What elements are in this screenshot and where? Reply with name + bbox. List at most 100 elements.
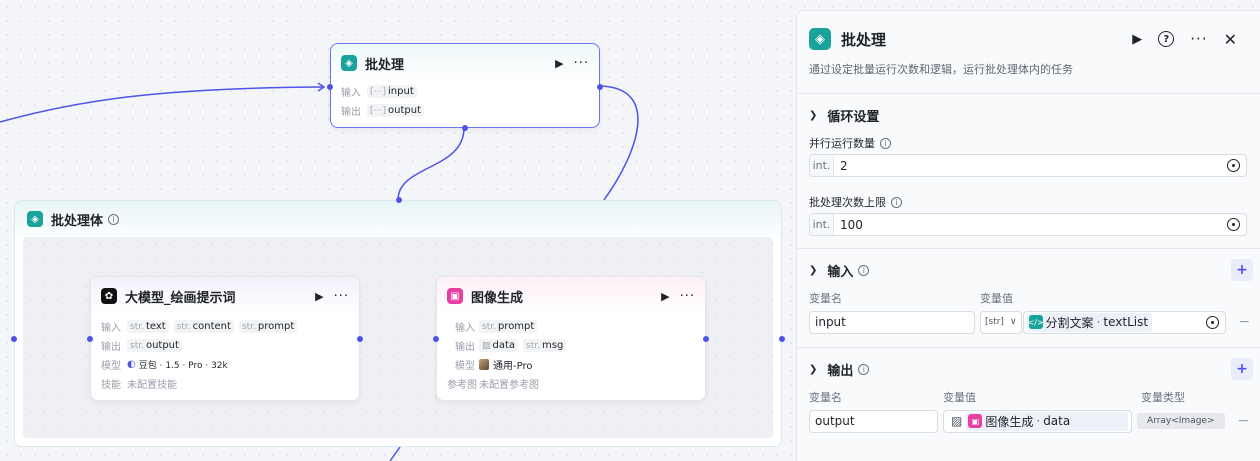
batch-limit-label: 批处理次数上限 bbox=[809, 196, 886, 209]
container-right-port[interactable] bbox=[779, 336, 785, 342]
col-var-value: 变量值 bbox=[943, 391, 976, 404]
variable-ref-icon[interactable] bbox=[1205, 315, 1219, 329]
run-node-button[interactable]: ▶ bbox=[555, 57, 563, 70]
parallel-count-label: 并行运行数量 bbox=[809, 137, 875, 150]
panel-description: 通过设定批量运行次数和逻辑，运行批处理体内的任务 bbox=[809, 63, 1073, 76]
input-port[interactable] bbox=[433, 336, 439, 342]
output-port[interactable] bbox=[357, 336, 363, 342]
input-section-header[interactable]: ❯ 输入 i + bbox=[797, 253, 1260, 287]
image-icon: ▣ bbox=[447, 288, 463, 304]
remove-input-button[interactable]: − bbox=[1239, 314, 1251, 330]
output-value-reference[interactable]: ▨ ▣ 图像生成 · data bbox=[943, 409, 1132, 433]
output-var-name-field[interactable]: output bbox=[809, 409, 938, 433]
image-type-icon: ▨ bbox=[951, 414, 963, 428]
reference-value: 未配置参考图 bbox=[479, 380, 539, 391]
reference-chip[interactable]: ▣ 图像生成 · data bbox=[966, 411, 1128, 431]
code-icon: </> bbox=[1028, 315, 1044, 329]
parallel-count-input[interactable]: int. 2 bbox=[809, 154, 1247, 177]
input-var-tag: [⋯] input bbox=[367, 85, 417, 98]
array-type-icon: [⋯] bbox=[370, 105, 387, 116]
run-node-button[interactable]: ▶ bbox=[661, 290, 669, 303]
remove-output-button[interactable]: − bbox=[1238, 413, 1250, 429]
section-title: 输入 bbox=[827, 264, 854, 280]
input-port[interactable] bbox=[327, 84, 333, 90]
batch-body-icon: ◈ bbox=[27, 211, 43, 227]
more-options-icon[interactable]: ··· bbox=[574, 57, 589, 70]
input-var-name-field[interactable]: input bbox=[809, 310, 975, 334]
body-port[interactable] bbox=[462, 125, 468, 131]
container-left-port[interactable] bbox=[11, 336, 17, 342]
image-icon: ▣ bbox=[968, 414, 983, 428]
input-label: 输入 bbox=[341, 88, 361, 99]
image-type-icon: ▨ bbox=[482, 340, 491, 351]
parallel-count-value: 2 bbox=[840, 158, 848, 173]
col-var-name: 变量名 bbox=[809, 391, 842, 404]
info-icon[interactable]: i bbox=[858, 363, 870, 375]
reference-label: 参考图 bbox=[447, 380, 477, 391]
output-port[interactable] bbox=[703, 336, 709, 342]
input-type-select[interactable]: [str] ∨ bbox=[980, 310, 1022, 334]
batch-icon: ◈ bbox=[809, 28, 831, 50]
output-var-tag: str. output bbox=[127, 339, 182, 352]
output-variable-row: output ▨ ▣ 图像生成 · data Array<Image> − bbox=[797, 408, 1260, 434]
more-options-icon[interactable]: ··· bbox=[680, 290, 695, 303]
input-label: 输入 bbox=[455, 323, 475, 334]
batch-limit-input[interactable]: int. 100 bbox=[809, 213, 1247, 236]
info-icon[interactable]: i bbox=[891, 196, 902, 208]
run-button[interactable]: ▶ bbox=[1132, 32, 1142, 47]
batch-icon: ◈ bbox=[341, 55, 357, 71]
more-options-icon[interactable]: ··· bbox=[334, 290, 349, 303]
image-gen-node[interactable]: ▣ 图像生成 ▶ ··· 输入 str. prompt 输出 ▨ data str.… bbox=[433, 276, 709, 401]
variable-ref-icon[interactable] bbox=[1227, 218, 1240, 231]
input-value-reference[interactable]: </> 分割文案 · textList bbox=[1022, 310, 1226, 334]
add-output-button[interactable]: + bbox=[1231, 358, 1253, 380]
info-icon[interactable]: i bbox=[108, 213, 120, 225]
reference-chip[interactable]: </> 分割文案 · textList bbox=[1026, 312, 1153, 332]
doubao-model-icon: ◐ bbox=[127, 359, 136, 370]
model-name: 豆包 · 1.5 · Pro · 32k bbox=[138, 361, 228, 371]
chevron-down-icon: ❯ bbox=[809, 109, 818, 121]
container-top-port[interactable] bbox=[396, 197, 402, 203]
col-var-name: 变量名 bbox=[809, 292, 842, 305]
output-label: 输出 bbox=[455, 342, 475, 353]
info-icon[interactable]: i bbox=[880, 137, 891, 149]
chevron-down-icon: ❯ bbox=[809, 363, 818, 375]
run-node-button[interactable]: ▶ bbox=[315, 290, 323, 303]
chevron-down-icon: ❯ bbox=[809, 264, 818, 276]
llm-node[interactable]: ✿ 大模型_绘画提示词 ▶ ··· 输入 str. text str. conten… bbox=[87, 276, 363, 401]
skill-label: 技能 bbox=[101, 380, 121, 391]
int-type-badge: int. bbox=[810, 155, 834, 176]
model-label: 模型 bbox=[101, 361, 121, 372]
variable-ref-icon[interactable] bbox=[1227, 159, 1240, 172]
input-var-tag: str. text bbox=[127, 320, 169, 333]
output-label: 输出 bbox=[341, 107, 361, 118]
node-settings-panel: ◈ 批处理 ▶ ? ··· ✕ 通过设定批量运行次数和逻辑，运行批处理体内的任务… bbox=[796, 10, 1260, 461]
help-icon[interactable]: ? bbox=[1158, 31, 1175, 47]
close-icon[interactable]: ✕ bbox=[1224, 30, 1237, 49]
output-var-tag: ▨ data bbox=[479, 339, 519, 352]
input-var-tag: str. content bbox=[173, 320, 234, 333]
input-var-tag: str. prompt bbox=[238, 320, 298, 333]
add-input-button[interactable]: + bbox=[1231, 259, 1253, 281]
input-port[interactable] bbox=[87, 336, 93, 342]
info-icon[interactable]: i bbox=[858, 264, 870, 276]
model-thumbnail-icon bbox=[479, 359, 489, 370]
input-label: 输入 bbox=[101, 323, 121, 334]
array-type-icon: [⋯] bbox=[370, 86, 387, 97]
batch-node-title: 批处理 bbox=[365, 57, 405, 73]
output-var-tag: str. msg bbox=[523, 339, 567, 352]
llm-icon: ✿ bbox=[101, 288, 117, 304]
loop-settings-header[interactable]: ❯ 循环设置 bbox=[797, 98, 1260, 132]
batch-body-title: 批处理体 bbox=[51, 213, 104, 229]
chevron-down-icon: ∨ bbox=[1009, 317, 1017, 327]
output-label: 输出 bbox=[101, 342, 121, 353]
model-name: 通用-Pro bbox=[493, 361, 533, 372]
batch-node[interactable]: ◈ 批处理 ▶ ··· 输入 [⋯] input 输出 [⋯] output bbox=[327, 43, 603, 131]
section-title: 输出 bbox=[827, 363, 854, 379]
model-label: 模型 bbox=[455, 361, 475, 372]
output-port[interactable] bbox=[597, 84, 603, 90]
panel-title: 批处理 bbox=[841, 30, 887, 49]
output-section-header[interactable]: ❯ 输出 i + bbox=[797, 352, 1260, 386]
more-options-icon[interactable]: ··· bbox=[1190, 31, 1207, 47]
input-variable-row: input [str] ∨ </> 分割文案 · textList − bbox=[797, 309, 1260, 335]
